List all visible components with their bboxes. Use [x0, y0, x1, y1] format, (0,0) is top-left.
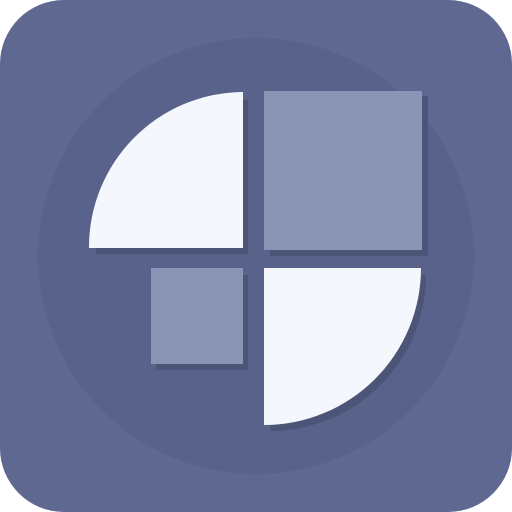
app-icon-graphic: [0, 0, 512, 512]
small-square: [151, 268, 243, 364]
top-right-square: [264, 91, 422, 250]
app-icon[interactable]: [0, 0, 512, 512]
